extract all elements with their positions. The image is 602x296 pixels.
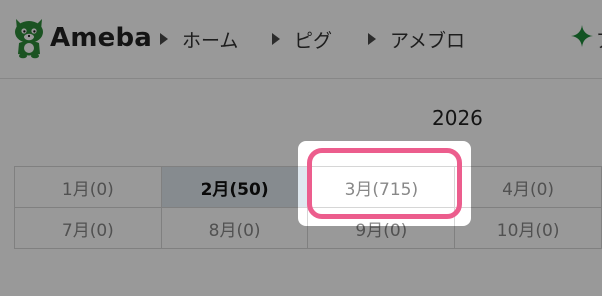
nav-link-ameblo[interactable]: アメブロ bbox=[368, 26, 465, 52]
month-cell-april[interactable]: 4月(0) bbox=[454, 166, 602, 208]
logo-text: Ameba bbox=[50, 23, 153, 53]
triangle-right-icon bbox=[160, 33, 168, 45]
triangle-right-icon bbox=[272, 33, 280, 45]
month-cell-august[interactable]: 8月(0) bbox=[160, 207, 309, 249]
nav-link-label: ピグ bbox=[294, 29, 333, 52]
sparkle-icon[interactable] bbox=[571, 25, 593, 47]
site-header: Ameba ホーム ピグ アメブロ ア bbox=[0, 0, 602, 79]
archive-year: 2026 bbox=[432, 106, 483, 130]
triangle-right-icon bbox=[368, 33, 376, 45]
nav-link-label: アメブロ bbox=[390, 29, 466, 52]
month-cell-march[interactable]: 3月(715) bbox=[307, 166, 456, 208]
month-cell-october[interactable]: 10月(0) bbox=[454, 207, 602, 249]
month-archive-table: 1月(0) 2月(50) 3月(715) 4月(0) 7月(0) 8月(0) 9… bbox=[14, 166, 602, 249]
month-cell-september[interactable]: 9月(0) bbox=[307, 207, 456, 249]
nav-link-label: ホーム bbox=[182, 29, 239, 52]
truncated-nav-label[interactable]: ア bbox=[596, 26, 602, 53]
ameba-logo[interactable]: Ameba bbox=[12, 16, 152, 60]
month-cell-july[interactable]: 7月(0) bbox=[14, 207, 162, 249]
ameba-mascot-icon bbox=[15, 19, 43, 59]
month-cell-january[interactable]: 1月(0) bbox=[14, 166, 162, 208]
nav-link-home[interactable]: ホーム bbox=[160, 26, 238, 52]
month-cell-february[interactable]: 2月(50) bbox=[160, 166, 309, 208]
nav-link-pigg[interactable]: ピグ bbox=[272, 26, 332, 52]
